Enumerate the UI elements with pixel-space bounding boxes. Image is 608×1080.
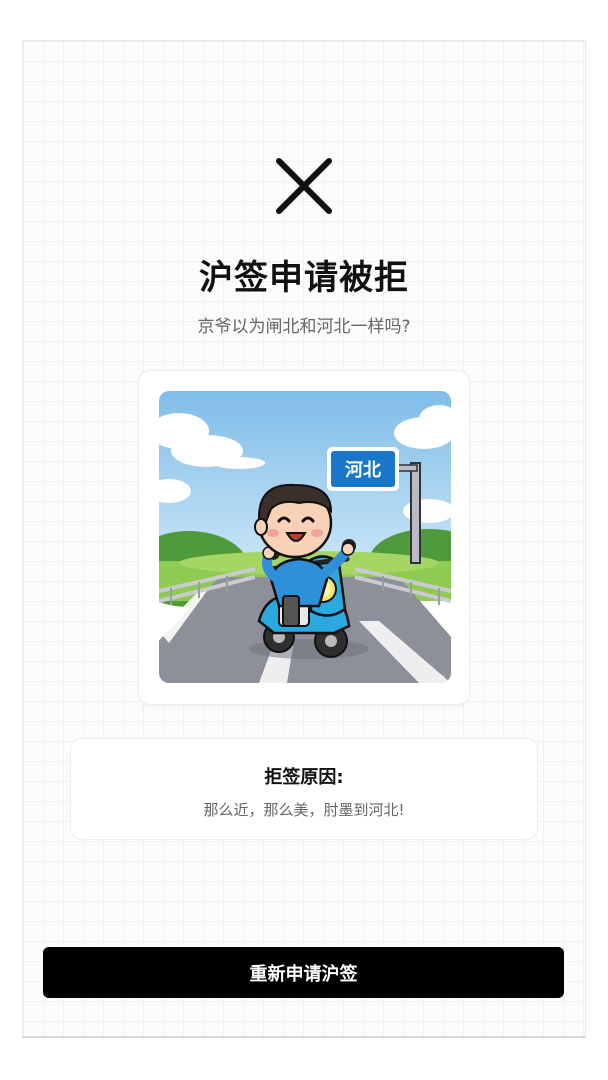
reapply-button[interactable]: 重新申请沪签 [43,947,564,998]
reason-title: 拒签原因: [264,767,344,788]
svg-text:AI: AI [439,674,445,681]
illustration-image: 河北 AI [159,391,451,683]
reason-text: 那么近，那么美，肘墨到河北! [203,801,405,819]
page-subtitle: 京爷以为闸北和河北一样吗? [197,317,411,337]
road-sign-text: 河北 [345,460,381,481]
rejection-reason-card: 拒签原因: 那么近，那么美，肘墨到河北! [70,738,538,840]
page-title: 沪签申请被拒 [199,258,409,298]
close-icon [276,158,332,214]
illustration-card: 河北 AI [138,370,470,705]
